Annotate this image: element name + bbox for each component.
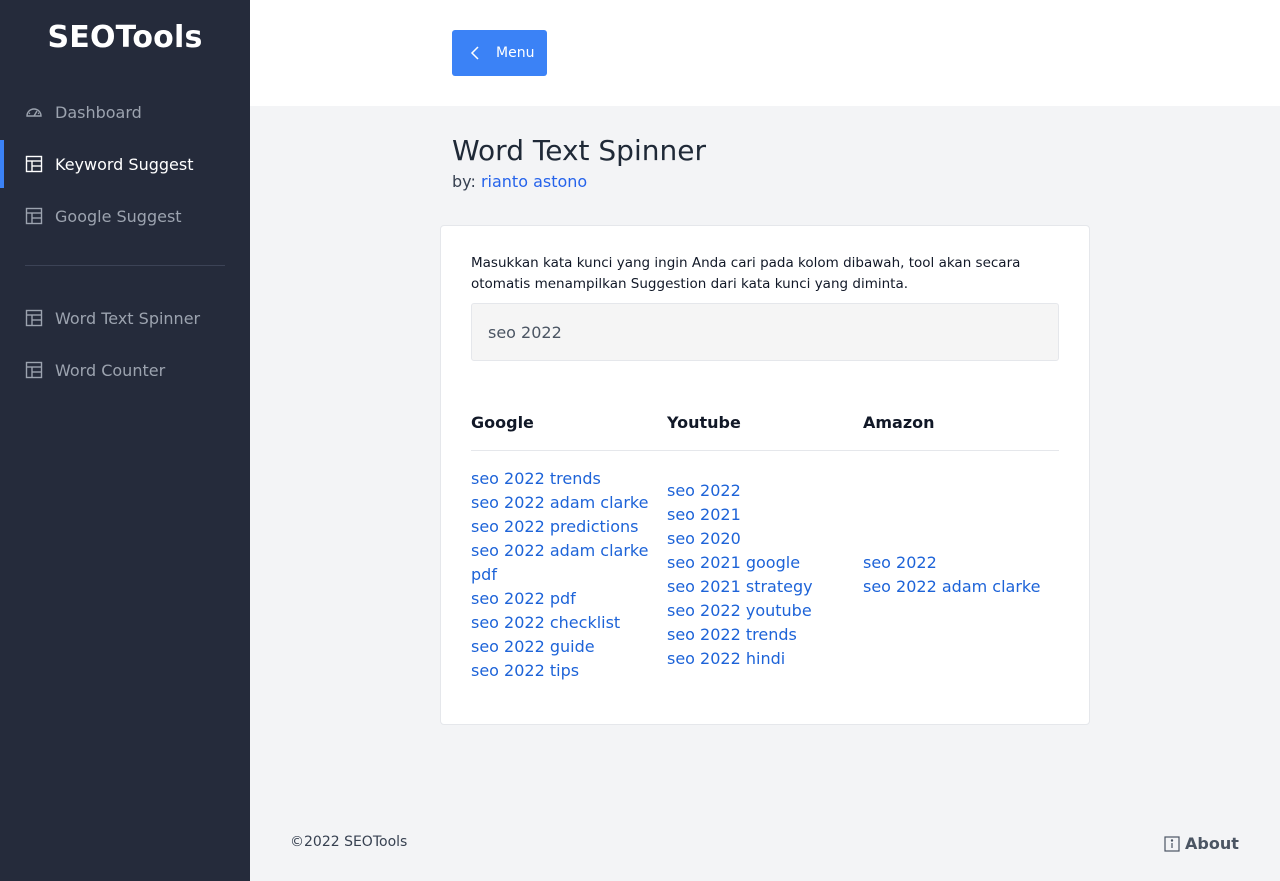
- suggestion-link[interactable]: seo 2022: [667, 479, 857, 503]
- page-title: Word Text Spinner: [452, 134, 706, 167]
- sidebar-item-label: Google Suggest: [55, 206, 182, 226]
- youtube-suggestions: seo 2022 seo 2021 seo 2020 seo 2021 goog…: [667, 479, 857, 671]
- suggestion-link[interactable]: seo 2020: [667, 527, 857, 551]
- dashboard-icon: [25, 103, 43, 121]
- suggest-card: Masukkan kata kunci yang ingin Anda cari…: [440, 225, 1090, 725]
- sidebar: SEOTools Dashboard Keyword Suggest Googl…: [0, 0, 250, 881]
- suggestion-link[interactable]: seo 2022 hindi: [667, 647, 857, 671]
- table-icon: [25, 207, 43, 225]
- google-suggestions: seo 2022 trends seo 2022 adam clarke seo…: [471, 467, 656, 683]
- menu-button[interactable]: Menu: [452, 30, 547, 76]
- column-heading-google: Google: [471, 413, 534, 432]
- info-icon: [1164, 835, 1180, 852]
- sidebar-item-word-counter[interactable]: Word Counter: [0, 346, 250, 394]
- about-label: About: [1185, 834, 1239, 853]
- byline: by: rianto astono: [452, 172, 587, 191]
- chevron-left-icon: [470, 46, 479, 60]
- suggestion-link[interactable]: seo 2022 predictions: [471, 515, 656, 539]
- suggestion-link[interactable]: seo 2022: [863, 551, 1063, 575]
- sidebar-item-google-suggest[interactable]: Google Suggest: [0, 192, 250, 240]
- author-link[interactable]: rianto astono: [481, 172, 587, 191]
- table-icon: [25, 361, 43, 379]
- suggestion-link[interactable]: seo 2022 youtube: [667, 599, 857, 623]
- suggestion-link[interactable]: seo 2021: [667, 503, 857, 527]
- sidebar-item-label: Keyword Suggest: [55, 154, 194, 174]
- table-icon: [25, 309, 43, 327]
- sidebar-item-label: Word Text Spinner: [55, 308, 201, 328]
- table-icon: [25, 155, 43, 173]
- sidebar-item-label: Dashboard: [55, 102, 142, 122]
- suggestion-link[interactable]: seo 2021 google: [667, 551, 857, 575]
- sidebar-item-label: Word Counter: [55, 360, 166, 380]
- sidebar-item-dashboard[interactable]: Dashboard: [0, 88, 250, 136]
- suggestion-link[interactable]: seo 2021 strategy: [667, 575, 857, 599]
- column-heading-youtube: Youtube: [667, 413, 741, 432]
- byline-prefix: by:: [452, 172, 476, 191]
- suggestion-link[interactable]: seo 2022 adam clarke pdf: [471, 539, 656, 587]
- column-divider: [471, 450, 1059, 451]
- column-heading-amazon: Amazon: [863, 413, 935, 432]
- sidebar-item-word-text-spinner[interactable]: Word Text Spinner: [0, 294, 250, 342]
- sidebar-item-keyword-suggest[interactable]: Keyword Suggest: [0, 140, 250, 188]
- top-bar: Menu: [250, 0, 1280, 106]
- menu-label: Menu: [496, 45, 535, 61]
- suggestion-link[interactable]: seo 2022 pdf: [471, 587, 656, 611]
- amazon-suggestions: seo 2022 seo 2022 adam clarke: [863, 551, 1063, 599]
- keyword-input[interactable]: [471, 303, 1059, 361]
- brand-logo[interactable]: SEOTools: [0, 20, 250, 55]
- suggestion-link[interactable]: seo 2022 guide: [471, 635, 656, 659]
- suggestion-link[interactable]: seo 2022 tips: [471, 659, 656, 683]
- about-link[interactable]: About: [1164, 834, 1239, 853]
- suggestion-link[interactable]: seo 2022 trends: [667, 623, 857, 647]
- card-description: Masukkan kata kunci yang ingin Anda cari…: [471, 255, 1021, 292]
- suggestion-link[interactable]: seo 2022 checklist: [471, 611, 656, 635]
- sidebar-divider: [25, 265, 225, 266]
- footer-copyright: ©2022 SEOTools: [290, 834, 408, 850]
- suggestion-link[interactable]: seo 2022 adam clarke: [471, 491, 656, 515]
- suggestion-link[interactable]: seo 2022 adam clarke: [863, 575, 1063, 599]
- suggestion-link[interactable]: seo 2022 trends: [471, 467, 656, 491]
